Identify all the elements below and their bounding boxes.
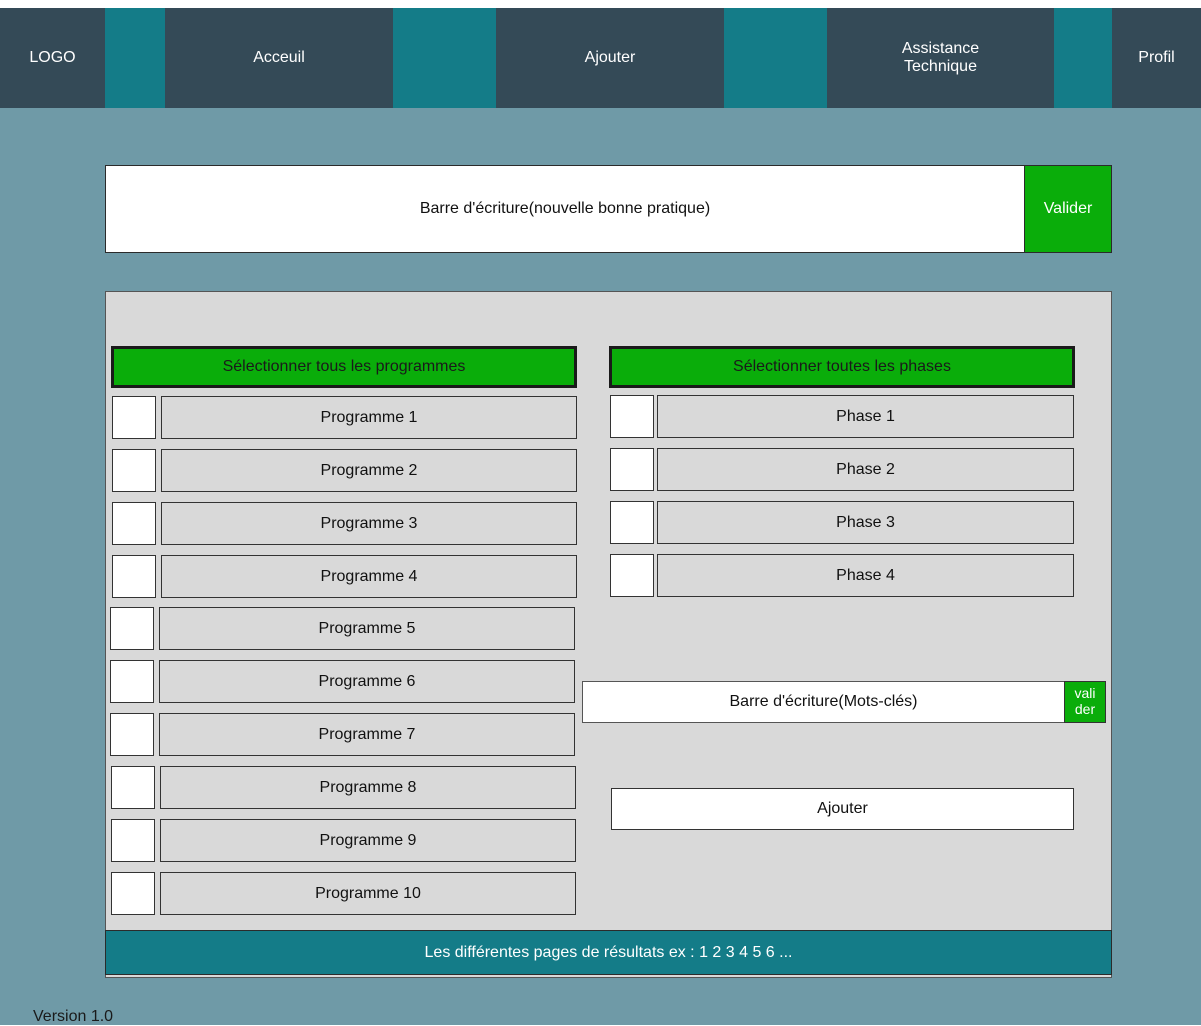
phase-checkbox[interactable] xyxy=(610,554,654,597)
nav-spacer xyxy=(393,8,496,108)
program-label: Programme 5 xyxy=(159,607,575,650)
program-checkbox[interactable] xyxy=(111,872,155,915)
phase-checkbox[interactable] xyxy=(610,501,654,544)
program-checkbox[interactable] xyxy=(112,449,156,492)
nav-item-support[interactable]: Assistance Technique xyxy=(827,8,1054,108)
nav-spacer xyxy=(105,8,165,108)
program-checkbox[interactable] xyxy=(110,660,154,703)
nav-item-home[interactable]: Acceuil xyxy=(165,8,393,108)
page-background: LOGO Acceuil Ajouter Assistance Techniqu… xyxy=(0,8,1201,1025)
logo[interactable]: LOGO xyxy=(0,8,105,108)
keywords-submit-button[interactable]: vali der xyxy=(1064,681,1106,723)
program-label: Programme 4 xyxy=(161,555,577,598)
program-label: Programme 9 xyxy=(160,819,576,862)
program-label: Programme 7 xyxy=(159,713,575,756)
keywords-input[interactable]: Barre d'écriture(Mots-clés) xyxy=(582,681,1065,723)
add-button[interactable]: Ajouter xyxy=(611,788,1074,830)
results-pagination[interactable]: Les différentes pages de résultats ex : … xyxy=(105,930,1112,975)
program-checkbox[interactable] xyxy=(112,555,156,598)
program-label: Programme 10 xyxy=(160,872,576,915)
select-all-programs-button[interactable]: Sélectionner tous les programmes xyxy=(111,346,577,388)
new-practice-submit-button[interactable]: Valider xyxy=(1024,165,1112,253)
program-checkbox[interactable] xyxy=(110,713,154,756)
program-label: Programme 6 xyxy=(159,660,575,703)
nav-spacer xyxy=(1054,8,1112,108)
nav-item-add[interactable]: Ajouter xyxy=(496,8,724,108)
program-label: Programme 1 xyxy=(161,396,577,439)
phase-label: Phase 4 xyxy=(657,554,1074,597)
program-label: Programme 2 xyxy=(161,449,577,492)
version-label: Version 1.0 xyxy=(33,1008,114,1025)
phase-checkbox[interactable] xyxy=(610,448,654,491)
phase-label: Phase 2 xyxy=(657,448,1074,491)
program-label: Programme 8 xyxy=(160,766,576,809)
program-checkbox[interactable] xyxy=(111,819,155,862)
program-checkbox[interactable] xyxy=(112,396,156,439)
new-practice-input[interactable]: Barre d'écriture(nouvelle bonne pratique… xyxy=(105,165,1025,253)
program-checkbox[interactable] xyxy=(111,766,155,809)
top-navigation-bar: LOGO Acceuil Ajouter Assistance Techniqu… xyxy=(0,8,1201,108)
phase-checkbox[interactable] xyxy=(610,395,654,438)
phase-label: Phase 3 xyxy=(657,501,1074,544)
program-label: Programme 3 xyxy=(161,502,577,545)
selection-panel: Sélectionner tous les programmes Sélecti… xyxy=(105,291,1112,978)
program-checkbox[interactable] xyxy=(110,607,154,650)
program-checkbox[interactable] xyxy=(112,502,156,545)
nav-spacer xyxy=(724,8,827,108)
phase-label: Phase 1 xyxy=(657,395,1074,438)
select-all-phases-button[interactable]: Sélectionner toutes les phases xyxy=(609,346,1075,388)
nav-item-profile[interactable]: Profil xyxy=(1112,8,1201,108)
